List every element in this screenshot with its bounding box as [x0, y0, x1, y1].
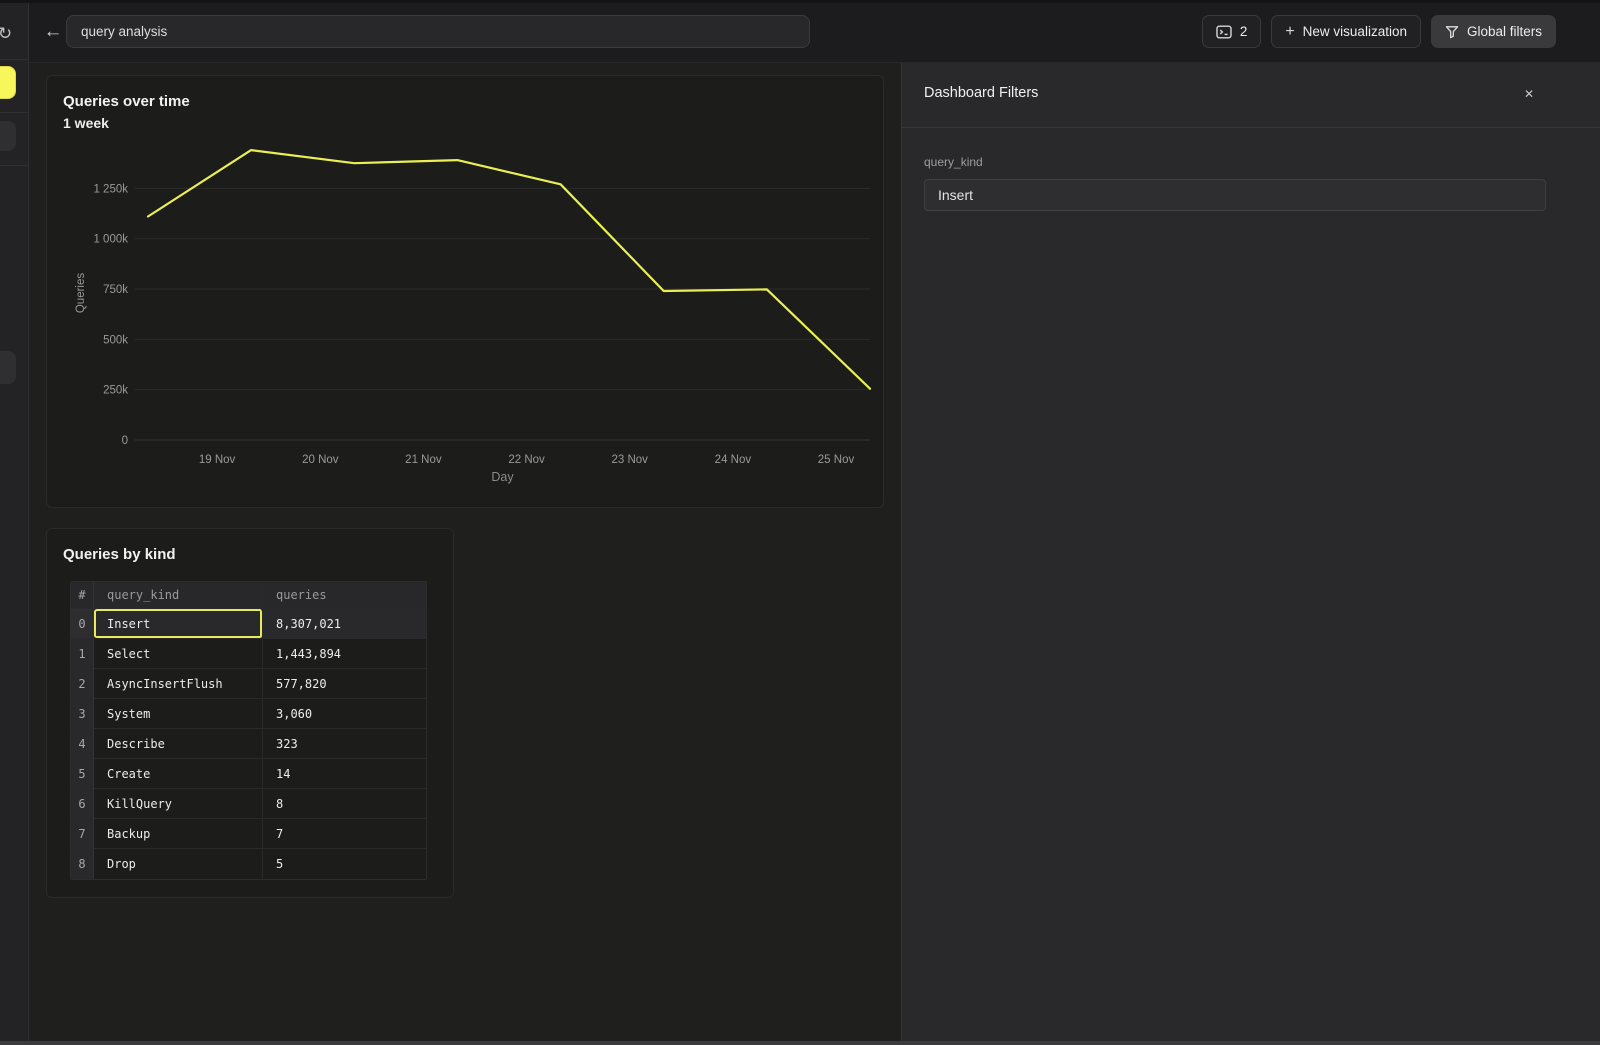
queries-count-cell[interactable]: 8,307,021: [263, 609, 426, 639]
table-row: 1Select1,443,894: [71, 639, 426, 669]
x-tick-label: 19 Nov: [199, 454, 236, 466]
x-tick-label: 23 Nov: [611, 454, 648, 466]
rail-item[interactable]: [0, 351, 16, 384]
window-top-edge: [0, 0, 1600, 3]
series-line: [148, 150, 870, 389]
terminal-icon: [1216, 25, 1232, 39]
query-kind-cell[interactable]: Insert: [94, 609, 263, 639]
table-row: 2AsyncInsertFlush577,820: [71, 669, 426, 699]
query-tabs-count: 2: [1240, 24, 1248, 39]
top-bar: ← 2 + New visualization Global fil: [29, 3, 1600, 63]
row-index-cell: 1: [71, 639, 94, 669]
y-tick-label: 750k: [103, 284, 128, 296]
queries-count-cell[interactable]: 14: [263, 759, 426, 789]
y-tick-label: 500k: [103, 334, 128, 346]
query-tabs-button[interactable]: 2: [1202, 15, 1262, 48]
table-row: 4Describe323: [71, 729, 426, 759]
table-row: 6KillQuery8: [71, 789, 426, 819]
y-axis-title: Queries: [75, 273, 87, 314]
rail-divider: [0, 165, 29, 166]
new-visualization-label: New visualization: [1303, 24, 1407, 39]
row-index-cell: 7: [71, 819, 94, 849]
global-filters-label: Global filters: [1467, 24, 1542, 39]
x-tick-label: 20 Nov: [302, 454, 339, 466]
query-kind-cell[interactable]: System: [94, 699, 263, 729]
row-index-cell: 2: [71, 669, 94, 699]
chart-card: Queries over time 1 week 0 250k 500k 750k 1 …: [46, 75, 884, 508]
bottom-scrollbar[interactable]: [0, 1041, 1600, 1045]
rail-item-active[interactable]: [0, 66, 16, 99]
query-kind-cell[interactable]: Create: [94, 759, 263, 789]
query-kind-cell[interactable]: Select: [94, 639, 263, 669]
rail-divider: [0, 112, 29, 113]
x-tick-label: 24 Nov: [715, 454, 752, 466]
query-kind-filter-input[interactable]: [924, 179, 1546, 211]
dashboard-filters-panel: Dashboard Filters ✕ query_kind: [901, 63, 1600, 1045]
query-kind-cell[interactable]: AsyncInsertFlush: [94, 669, 263, 699]
topbar-actions: 2 + New visualization Global filters: [1202, 15, 1556, 48]
close-icon: ✕: [1524, 87, 1534, 101]
back-button[interactable]: ←: [37, 16, 69, 48]
queries-count-cell[interactable]: 8: [263, 789, 426, 819]
rail-divider: [0, 59, 29, 60]
table-title: Queries by kind: [63, 546, 453, 563]
query-kind-cell[interactable]: KillQuery: [94, 789, 263, 819]
row-index-cell: 5: [71, 759, 94, 789]
row-index-cell: 0: [71, 609, 94, 639]
refresh-icon[interactable]: ↻: [0, 21, 18, 47]
queries-count-cell[interactable]: 5: [263, 849, 426, 879]
rail-item[interactable]: [0, 121, 16, 151]
row-index-cell: 8: [71, 849, 94, 879]
close-panel-button[interactable]: ✕: [1518, 83, 1540, 105]
queries-count-cell[interactable]: 7: [263, 819, 426, 849]
row-index-cell: 6: [71, 789, 94, 819]
x-axis-title: Day: [491, 470, 514, 484]
queries-count-cell[interactable]: 1,443,894: [263, 639, 426, 669]
chart-subtitle: 1 week: [63, 115, 883, 131]
column-header-query-kind: query_kind: [94, 582, 263, 609]
table-row: 3System3,060: [71, 699, 426, 729]
column-header-queries: queries: [263, 582, 426, 609]
global-filters-button[interactable]: Global filters: [1431, 15, 1556, 48]
y-tick-label: 250k: [103, 385, 128, 397]
queries-count-cell[interactable]: 323: [263, 729, 426, 759]
queries-count-cell[interactable]: 3,060: [263, 699, 426, 729]
x-tick-label: 22 Nov: [508, 454, 545, 466]
filters-panel-title: Dashboard Filters: [924, 85, 1038, 101]
column-header-index: #: [71, 582, 94, 609]
table-row: 5Create14: [71, 759, 426, 789]
table-row: 7Backup7: [71, 819, 426, 849]
row-index-cell: 4: [71, 729, 94, 759]
query-kind-cell[interactable]: Backup: [94, 819, 263, 849]
query-kind-cell[interactable]: Describe: [94, 729, 263, 759]
queries-count-cell[interactable]: 577,820: [263, 669, 426, 699]
line-chart: 0 250k 500k 750k 1 000k 1 250k 19 Nov 20 Nov 21 …: [47, 138, 885, 488]
table-card: Queries by kind #query_kindqueries0Inser…: [46, 528, 454, 898]
table-row: 0Insert8,307,021: [71, 609, 426, 639]
table-header-row: #query_kindqueries: [71, 582, 426, 609]
x-tick-label: 25 Nov: [818, 454, 855, 466]
dashboard-title-input[interactable]: [66, 15, 810, 48]
y-tick-label: 0: [122, 435, 128, 447]
queries-by-kind-table: #query_kindqueries0Insert8,307,0211Selec…: [70, 581, 427, 880]
y-tick-label: 1 000k: [93, 234, 128, 246]
y-tick-label: 1 250k: [93, 183, 128, 195]
left-rail: ↻: [0, 3, 29, 1045]
back-arrow-icon: ←: [44, 21, 63, 43]
x-tick-label: 21 Nov: [405, 454, 442, 466]
new-visualization-button[interactable]: + New visualization: [1271, 15, 1421, 48]
chart-title: Queries over time: [63, 93, 883, 110]
query-kind-cell[interactable]: Drop: [94, 849, 263, 879]
panel-divider: [902, 127, 1600, 128]
table-row: 8Drop5: [71, 849, 426, 879]
funnel-icon: [1445, 25, 1459, 39]
row-index-cell: 3: [71, 699, 94, 729]
filter-field-label: query_kind: [924, 155, 983, 169]
plus-icon: +: [1285, 24, 1294, 40]
main-content: Queries over time 1 week 0 250k 500k 750k 1 …: [30, 63, 900, 1045]
